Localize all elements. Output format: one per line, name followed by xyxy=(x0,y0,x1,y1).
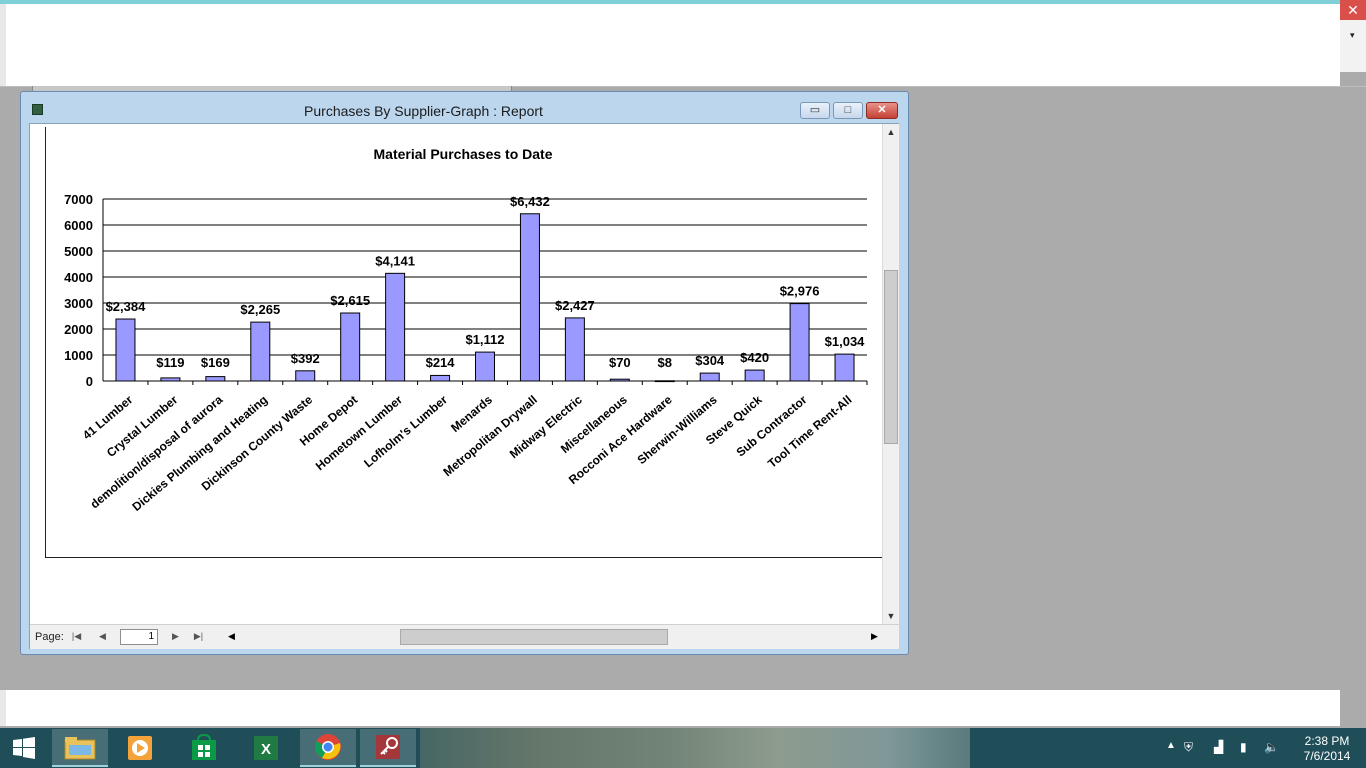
excel-icon[interactable]: X xyxy=(238,729,294,767)
scroll-up-icon[interactable]: ▲ xyxy=(883,124,899,140)
report-window: Purchases By Supplier-Graph : Report ▭ □… xyxy=(20,91,909,655)
data-label: $2,384 xyxy=(106,299,147,314)
data-label: $4,141 xyxy=(375,253,415,268)
chart-title: Material Purchases to Date xyxy=(374,146,553,162)
taskbar: X ▲ ⛨ ▟ ▮ 🔈 2:38 PM 7/6/2014 xyxy=(0,728,1366,768)
scroll-left-icon[interactable]: ◀ xyxy=(225,630,238,643)
data-label: $1,034 xyxy=(825,334,866,349)
data-label: $2,427 xyxy=(555,298,595,313)
data-label: $119 xyxy=(156,355,184,370)
file-explorer-icon[interactable] xyxy=(52,729,108,767)
y-tick-label: 2000 xyxy=(64,322,93,337)
data-label: $420 xyxy=(740,350,769,365)
data-label: $70 xyxy=(609,355,631,370)
window-title: Purchases By Supplier-Graph : Report xyxy=(304,103,543,119)
scroll-down-icon[interactable]: ▼ xyxy=(883,608,899,624)
dropdown-arrow-icon[interactable]: ▾ xyxy=(1350,30,1355,41)
bar xyxy=(340,312,361,382)
category-label: Lofholm's Lumber xyxy=(361,392,450,470)
minimize-button[interactable]: ▭ xyxy=(800,102,830,119)
ribbon-options[interactable]: ▾ xyxy=(1340,20,1366,72)
y-tick-label: 6000 xyxy=(64,218,93,233)
battery-icon[interactable]: ▮ xyxy=(1240,740,1247,754)
bar xyxy=(115,318,136,382)
app-ribbon-area xyxy=(6,4,1340,86)
media-player-icon[interactable] xyxy=(112,729,168,767)
bar xyxy=(609,378,630,382)
svg-text:X: X xyxy=(261,741,271,758)
network-signal-icon[interactable]: ▟ xyxy=(1214,740,1223,754)
data-label: $2,976 xyxy=(780,284,820,299)
y-tick-label: 7000 xyxy=(64,192,93,207)
bar xyxy=(519,213,540,382)
data-label: $392 xyxy=(291,351,320,366)
data-label: $8 xyxy=(658,355,672,370)
app-close-button[interactable]: ✕ xyxy=(1340,0,1366,20)
bar xyxy=(834,353,855,382)
scroll-right-icon[interactable]: ▶ xyxy=(868,630,881,643)
bar xyxy=(385,272,406,382)
store-icon[interactable] xyxy=(176,729,232,767)
volume-icon[interactable]: 🔈 xyxy=(1264,740,1279,754)
maximize-button[interactable]: □ xyxy=(833,102,863,119)
category-label: Tool Time Rent-All xyxy=(765,393,854,471)
access-icon[interactable] xyxy=(360,729,416,767)
horizontal-scroll-thumb[interactable] xyxy=(400,629,668,645)
bar xyxy=(430,374,451,382)
report-preview-area: Material Purchases to Date 0 1000 2000 3000… xyxy=(29,123,899,649)
y-tick-label: 5000 xyxy=(64,244,93,259)
data-label: $214 xyxy=(426,355,456,370)
status-bar xyxy=(6,690,1340,726)
system-tray: ▲ ⛨ ▟ ▮ 🔈 xyxy=(1160,728,1290,768)
clock-time: 2:38 PM xyxy=(1304,734,1350,748)
bar xyxy=(205,376,226,382)
bar xyxy=(699,372,720,382)
data-label: $2,615 xyxy=(330,293,370,308)
start-icon[interactable] xyxy=(0,729,48,767)
chrome-icon[interactable] xyxy=(300,729,356,767)
clock-date: 7/6/2014 xyxy=(1303,749,1351,763)
category-label: Hometown Lumber xyxy=(313,392,405,473)
y-tick-label: 1000 xyxy=(64,348,93,363)
bar xyxy=(250,321,271,382)
data-label: $6,432 xyxy=(510,194,550,209)
bar xyxy=(654,380,675,383)
bar xyxy=(744,369,765,382)
data-label: $1,112 xyxy=(465,332,504,347)
data-label: $169 xyxy=(201,355,230,370)
y-tick-label: 4000 xyxy=(64,270,93,285)
bar xyxy=(295,370,316,382)
bar xyxy=(475,351,495,382)
horizontal-scrollbar[interactable] xyxy=(238,629,878,645)
clock[interactable]: 2:38 PM 7/6/2014 xyxy=(1292,734,1362,764)
category-label: Sherwin-Williams xyxy=(635,392,720,467)
close-button[interactable]: ✕ xyxy=(866,102,898,119)
show-hidden-icons-icon[interactable]: ▲ xyxy=(1166,740,1176,751)
bar xyxy=(789,303,810,382)
vertical-scroll-thumb[interactable] xyxy=(884,270,898,444)
bar xyxy=(564,317,585,382)
first-page-icon[interactable]: |◀ xyxy=(70,630,83,643)
window-titlebar[interactable]: Purchases By Supplier-Graph : Report ▭ □… xyxy=(21,92,908,124)
y-tick-label: 0 xyxy=(86,374,93,389)
page-number-input[interactable]: 1 xyxy=(120,629,158,645)
bar-chart: Material Purchases to Date 0 1000 2000 3000… xyxy=(64,146,868,514)
page-label: Page: xyxy=(35,631,64,643)
prev-page-icon[interactable]: ◀ xyxy=(96,630,109,643)
next-page-icon[interactable]: ▶ xyxy=(169,630,182,643)
data-label: $2,265 xyxy=(240,302,280,317)
desktop-wallpaper xyxy=(420,728,970,768)
vertical-scrollbar[interactable]: ▲ ▼ xyxy=(882,124,899,624)
security-alert-icon[interactable]: ⛨ xyxy=(1184,740,1193,755)
data-label: $304 xyxy=(695,353,725,368)
bar xyxy=(160,377,181,382)
y-tick-label: 3000 xyxy=(64,296,93,311)
last-page-icon[interactable]: ▶| xyxy=(192,630,205,643)
record-navigation-bar: Page: |◀ ◀ 1 ▶ ▶| ◀ ▶ xyxy=(30,624,899,649)
